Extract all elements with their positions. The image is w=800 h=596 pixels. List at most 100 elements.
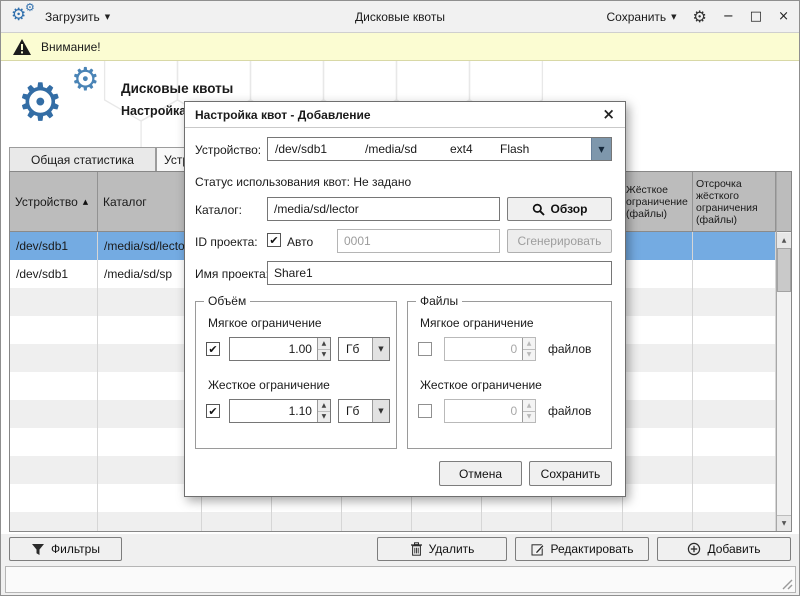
- auto-checkbox[interactable]: ✔: [267, 233, 281, 247]
- filter-icon: [31, 543, 45, 556]
- spin-up-icon[interactable]: ▲: [318, 338, 330, 350]
- search-icon: [532, 203, 545, 216]
- chevron-down-icon[interactable]: ▼: [591, 138, 611, 160]
- minimize-button[interactable]: −: [723, 10, 734, 23]
- hard-limit-spinner[interactable]: ▲ ▼: [229, 399, 331, 423]
- soft-limit-label: Мягкое ограничение: [208, 316, 322, 330]
- soft-limit-checkbox[interactable]: ✔: [206, 342, 220, 356]
- page-title: Дисковые квоты: [121, 81, 233, 96]
- settings-gear-icon[interactable]: ⚙: [693, 9, 707, 25]
- project-name-input[interactable]: [268, 262, 611, 284]
- tab-label: Общая статистика: [31, 153, 134, 167]
- add-button[interactable]: Добавить: [657, 537, 791, 561]
- files-group-title: Файлы: [416, 294, 462, 308]
- gear-icon: ⚙: [25, 2, 35, 13]
- device-path: /dev/sdb1: [268, 142, 365, 156]
- titlebar[interactable]: ⚙ ⚙ Загрузить ▼ Дисковые квоты Сохранить…: [1, 1, 799, 33]
- cancel-label: Отмена: [459, 467, 502, 481]
- warning-text: Внимание!: [41, 40, 101, 54]
- scrollbar-thumb[interactable]: [777, 248, 791, 292]
- add-plus-icon: [687, 542, 701, 556]
- files-hard-limit-spinner: ▲ ▼: [444, 399, 536, 423]
- files-hard-limit-checkbox[interactable]: [418, 404, 432, 418]
- table-row-empty[interactable]: [10, 512, 776, 531]
- browse-label: Обзор: [551, 202, 588, 216]
- files-soft-limit-spinner: ▲ ▼: [444, 337, 536, 361]
- resize-grip[interactable]: [780, 577, 793, 590]
- filters-button[interactable]: Фильтры: [9, 537, 122, 561]
- column-header-grace-files[interactable]: Отсрочка жёсткого ограничения (файлы): [693, 172, 776, 231]
- dialog-titlebar[interactable]: Настройка квот - Добавление ×: [185, 102, 625, 128]
- cell-device: /dev/sdb1: [10, 232, 98, 260]
- chevron-down-icon: ▼: [105, 13, 110, 21]
- load-menu-button[interactable]: Загрузить ▼: [45, 10, 110, 24]
- scrollbar-corner: [777, 172, 791, 232]
- device-name: Flash: [500, 142, 529, 156]
- project-id-field: [337, 229, 500, 253]
- filters-label: Фильтры: [51, 542, 100, 556]
- scroll-up-icon[interactable]: ▲: [777, 233, 791, 249]
- spin-up-icon: ▲: [523, 338, 535, 350]
- files-suffix-label: файлов: [548, 404, 591, 418]
- soft-unit-select[interactable]: Гб ▼: [338, 337, 390, 361]
- volume-group: Объём Мягкое ограничение ✔ ▲ ▼ Гб ▼ Жест…: [195, 301, 397, 449]
- auto-label: Авто: [287, 235, 313, 249]
- tab-general-statistics[interactable]: Общая статистика: [9, 147, 156, 171]
- dialog-body: Устройство: /dev/sdb1 /media/sd ext4 Fla…: [185, 129, 625, 496]
- soft-limit-spinner[interactable]: ▲ ▼: [229, 337, 331, 361]
- dialog-title: Настройка квот - Добавление: [195, 108, 371, 122]
- volume-group-title: Объём: [204, 294, 250, 308]
- cell-device: /dev/sdb1: [10, 260, 98, 288]
- files-group: Файлы Мягкое ограничение ▲ ▼ файлов Жест…: [407, 301, 612, 449]
- save-menu-label: Сохранить: [607, 10, 667, 24]
- add-label: Добавить: [707, 542, 760, 556]
- save-label: Сохранить: [541, 467, 601, 481]
- hard-limit-checkbox[interactable]: ✔: [206, 404, 220, 418]
- delete-button[interactable]: Удалить: [377, 537, 507, 561]
- hard-limit-input[interactable]: [230, 400, 317, 422]
- project-name-field[interactable]: [267, 261, 612, 285]
- hard-unit-select[interactable]: Гб ▼: [338, 399, 390, 423]
- directory-input[interactable]: [268, 198, 499, 220]
- quota-status-text: Статус использования квот: Не задано: [195, 175, 411, 189]
- spin-up-icon: ▲: [523, 400, 535, 412]
- chevron-down-icon[interactable]: ▼: [372, 400, 389, 422]
- device-fs: ext4: [450, 142, 500, 156]
- spin-down-icon[interactable]: ▼: [318, 412, 330, 423]
- delete-label: Удалить: [429, 542, 475, 556]
- directory-label: Каталог:: [195, 203, 242, 217]
- spin-down-icon[interactable]: ▼: [318, 350, 330, 361]
- chevron-down-icon[interactable]: ▼: [372, 338, 389, 360]
- edit-button[interactable]: Редактировать: [515, 537, 649, 561]
- app-window: ⚙ ⚙ Загрузить ▼ Дисковые квоты Сохранить…: [0, 0, 800, 596]
- hard-limit-label: Жесткое ограничение: [208, 378, 330, 392]
- vertical-scrollbar[interactable]: ▲ ▼: [776, 172, 791, 531]
- generate-button: Сгенерировать: [507, 229, 612, 253]
- browse-button[interactable]: Обзор: [507, 197, 612, 221]
- spin-up-icon[interactable]: ▲: [318, 400, 330, 412]
- trash-icon: [410, 542, 423, 556]
- files-soft-limit-checkbox[interactable]: [418, 342, 432, 356]
- unit-label: Гб: [339, 404, 372, 418]
- unit-label: Гб: [339, 342, 372, 356]
- spin-down-icon: ▼: [523, 350, 535, 361]
- device-select[interactable]: /dev/sdb1 /media/sd ext4 Flash ▼: [267, 137, 612, 161]
- soft-limit-input[interactable]: [230, 338, 317, 360]
- add-quota-dialog: Настройка квот - Добавление × Устройство…: [184, 101, 626, 497]
- scroll-down-icon[interactable]: ▼: [777, 515, 791, 531]
- warning-banner: Внимание!: [1, 33, 799, 61]
- maximize-button[interactable]: □: [750, 10, 762, 23]
- directory-field[interactable]: [267, 197, 500, 221]
- save-button[interactable]: Сохранить: [529, 461, 612, 486]
- save-menu-button[interactable]: Сохранить ▼: [607, 10, 677, 24]
- edit-label: Редактировать: [551, 542, 634, 556]
- close-button[interactable]: ×: [778, 10, 789, 23]
- column-header-device[interactable]: Устройство ▲: [10, 172, 98, 231]
- sort-asc-icon: ▲: [83, 198, 88, 206]
- dialog-close-icon[interactable]: ×: [602, 107, 615, 122]
- device-label: Устройство:: [195, 143, 261, 157]
- cancel-button[interactable]: Отмена: [439, 461, 522, 486]
- column-header-hard-limit-files[interactable]: Жёсткое ограничение (файлы): [623, 172, 693, 231]
- device-mount: /media/sd: [365, 142, 450, 156]
- chevron-down-icon: ▼: [671, 13, 676, 21]
